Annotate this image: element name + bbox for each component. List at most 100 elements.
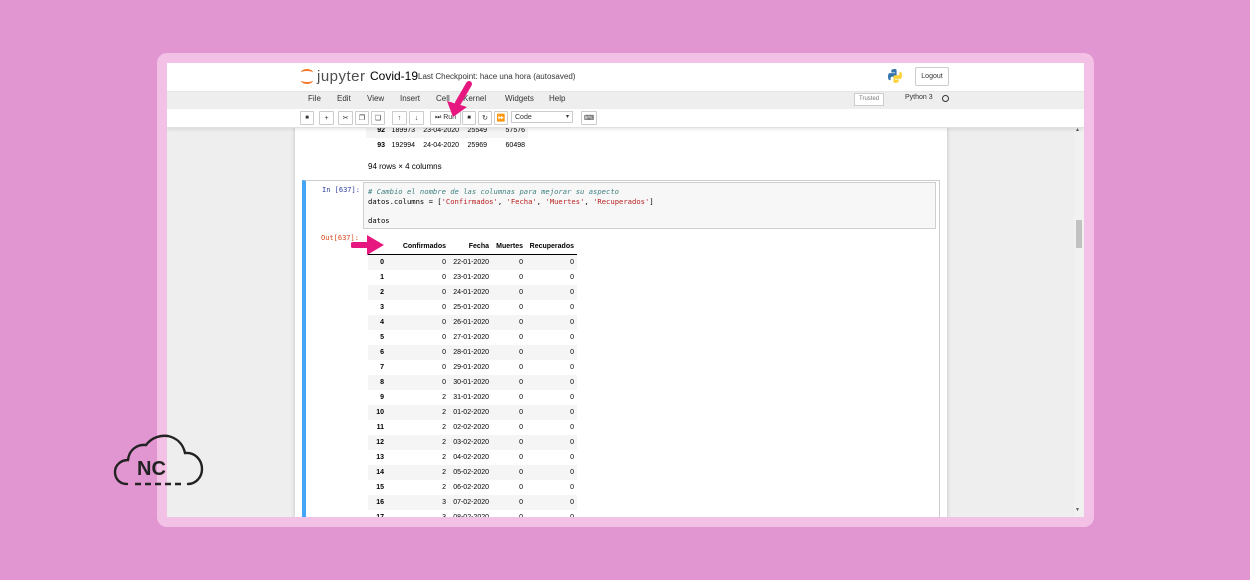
table-cell: 25969 <box>467 142 487 149</box>
scrollbar-thumb[interactable] <box>1076 220 1082 248</box>
table-cell: 0 <box>492 285 526 300</box>
insert-cell-button[interactable]: + <box>319 111 334 125</box>
table-row: 17308-02-202000 <box>368 510 577 517</box>
scissors-icon: ✂ <box>342 115 349 122</box>
table-row: 12 2 03-02-2020 0 0 <box>368 435 577 450</box>
table-cell: 30-01-2020 <box>449 375 492 390</box>
row-index: 14 <box>368 465 387 480</box>
table-cell: 02-02-2020 <box>453 424 489 431</box>
save-button[interactable]: ■ <box>300 111 314 125</box>
column-header: Muertes <box>496 243 523 250</box>
restart-run-all-button[interactable]: ⏩ <box>494 111 508 125</box>
table-row: 13 2 04-02-2020 0 0 <box>368 450 577 465</box>
arrow-up-icon: ↑ <box>397 114 402 122</box>
table-cell: 06-02-2020 <box>453 484 489 491</box>
table-row: 93 192994 24-04-2020 25969 60498 <box>366 138 528 153</box>
nc-logo-text: NC <box>137 458 166 480</box>
table-row: 3 0 25-01-2020 0 0 <box>368 300 577 315</box>
table-cell: 0 <box>526 495 577 510</box>
table-row: 10 2 01-02-2020 0 0 <box>368 405 577 420</box>
menu-file[interactable]: File <box>308 94 321 103</box>
paste-icon: ❑ <box>374 115 382 122</box>
kernel-name: Python 3 <box>905 94 933 101</box>
row-index: 9 <box>380 394 384 401</box>
table-cell: 60498 <box>505 142 525 149</box>
table-cell: 08-02-2020 <box>449 510 492 517</box>
table-cell: 0 <box>519 394 523 401</box>
table-cell: 0 <box>519 334 523 341</box>
scroll-down-icon[interactable]: ▼ <box>1075 507 1080 513</box>
table-cell: 0 <box>570 304 574 311</box>
notebook-name[interactable]: Covid-19 <box>370 69 418 83</box>
table-cell: 0 <box>492 345 526 360</box>
menu-help[interactable]: Help <box>549 94 565 103</box>
table-cell: 3 <box>387 495 449 510</box>
command-palette-button[interactable]: ⌨ <box>581 111 597 125</box>
menu-edit[interactable]: Edit <box>337 94 351 103</box>
table-cell: 07-02-2020 <box>449 495 492 510</box>
table-cell: 0 <box>526 405 577 420</box>
table-cell: 0 <box>526 315 577 330</box>
paste-button[interactable]: ❑ <box>371 111 385 125</box>
input-prompt: In [637]: <box>322 186 360 194</box>
table-cell: 2 <box>442 454 446 461</box>
nc-cloud-logo-icon: NC <box>113 434 204 486</box>
cut-button[interactable]: ✂ <box>338 111 353 125</box>
table-cell: 0 <box>492 405 526 420</box>
table-row: 9 2 31-01-2020 0 0 <box>368 390 577 405</box>
restart-icon: ↻ <box>482 115 488 122</box>
jupyter-logo-icon <box>300 67 314 85</box>
table-row: 6 0 28-01-2020 0 0 <box>368 345 577 360</box>
row-count-text: 94 rows × 4 columns <box>368 162 442 171</box>
table-cell: 0 <box>492 435 526 450</box>
table-row: 5 0 27-01-2020 0 0 <box>368 330 577 345</box>
restart-button[interactable]: ↻ <box>478 111 492 125</box>
row-index: 11 <box>376 424 384 431</box>
table-cell: 0 <box>519 424 523 431</box>
trusted-badge[interactable]: Trusted <box>854 93 885 106</box>
table-cell: 0 <box>526 285 577 300</box>
table-row: 0 0 22-01-2020 0 0 <box>368 254 577 270</box>
code-comment-line: # Cambio el nombre de las columnas para … <box>368 187 619 196</box>
vertical-scrollbar[interactable] <box>1074 127 1084 517</box>
table-cell: 0 <box>519 454 523 461</box>
table-cell: 0 <box>492 510 526 517</box>
table-row: 1 0 23-01-2020 0 0 <box>368 270 577 285</box>
logout-button[interactable]: Logout <box>915 67 949 86</box>
row-index: 6 <box>368 345 387 360</box>
copy-button[interactable]: ❐ <box>355 111 369 125</box>
table-cell: 0 <box>387 315 449 330</box>
menu-view[interactable]: View <box>367 94 384 103</box>
jupyter-logo[interactable]: jupyter <box>300 67 366 85</box>
table-cell: 0 <box>570 364 574 371</box>
table-cell: 0 <box>519 274 523 281</box>
table-cell: 0 <box>526 375 577 390</box>
cell-type-value: Code <box>515 114 532 121</box>
dataframe-output: Confirmados Fecha Muertes Recuperados 00… <box>368 239 577 517</box>
move-down-button[interactable]: ↓ <box>409 111 424 125</box>
table-cell: 01-02-2020 <box>449 405 492 420</box>
row-index: 12 <box>368 435 387 450</box>
table-cell: 0 <box>387 375 449 390</box>
code-string: 'Muertes' <box>545 197 585 206</box>
table-cell: 0 <box>492 465 526 480</box>
menu-insert[interactable]: Insert <box>400 94 420 103</box>
row-index: 93 <box>377 142 385 149</box>
row-index: 2 <box>368 285 387 300</box>
table-cell: 2 <box>442 484 446 491</box>
table-cell: 24-04-2020 <box>423 142 459 149</box>
table-cell: 0 <box>387 285 449 300</box>
table-cell: 192994 <box>391 142 415 149</box>
move-up-button[interactable]: ↑ <box>392 111 407 125</box>
code-string: 'Recuperados' <box>593 197 650 206</box>
cell-type-select[interactable]: Code ▾ <box>511 111 573 123</box>
code-string: 'Fecha' <box>506 197 537 206</box>
table-cell: 0 <box>442 304 446 311</box>
menu-bar: File Edit View Insert Cell Kernel Widget… <box>300 91 950 109</box>
table-row: 16 3 07-02-2020 0 0 <box>368 495 577 510</box>
table-cell: 28-01-2020 <box>449 345 492 360</box>
jupyter-window: jupyter Covid-19 Last Checkpoint: hace u… <box>167 63 1084 517</box>
menu-widgets[interactable]: Widgets <box>505 94 534 103</box>
table-cell: 0 <box>492 315 526 330</box>
table-cell: 05-02-2020 <box>449 465 492 480</box>
